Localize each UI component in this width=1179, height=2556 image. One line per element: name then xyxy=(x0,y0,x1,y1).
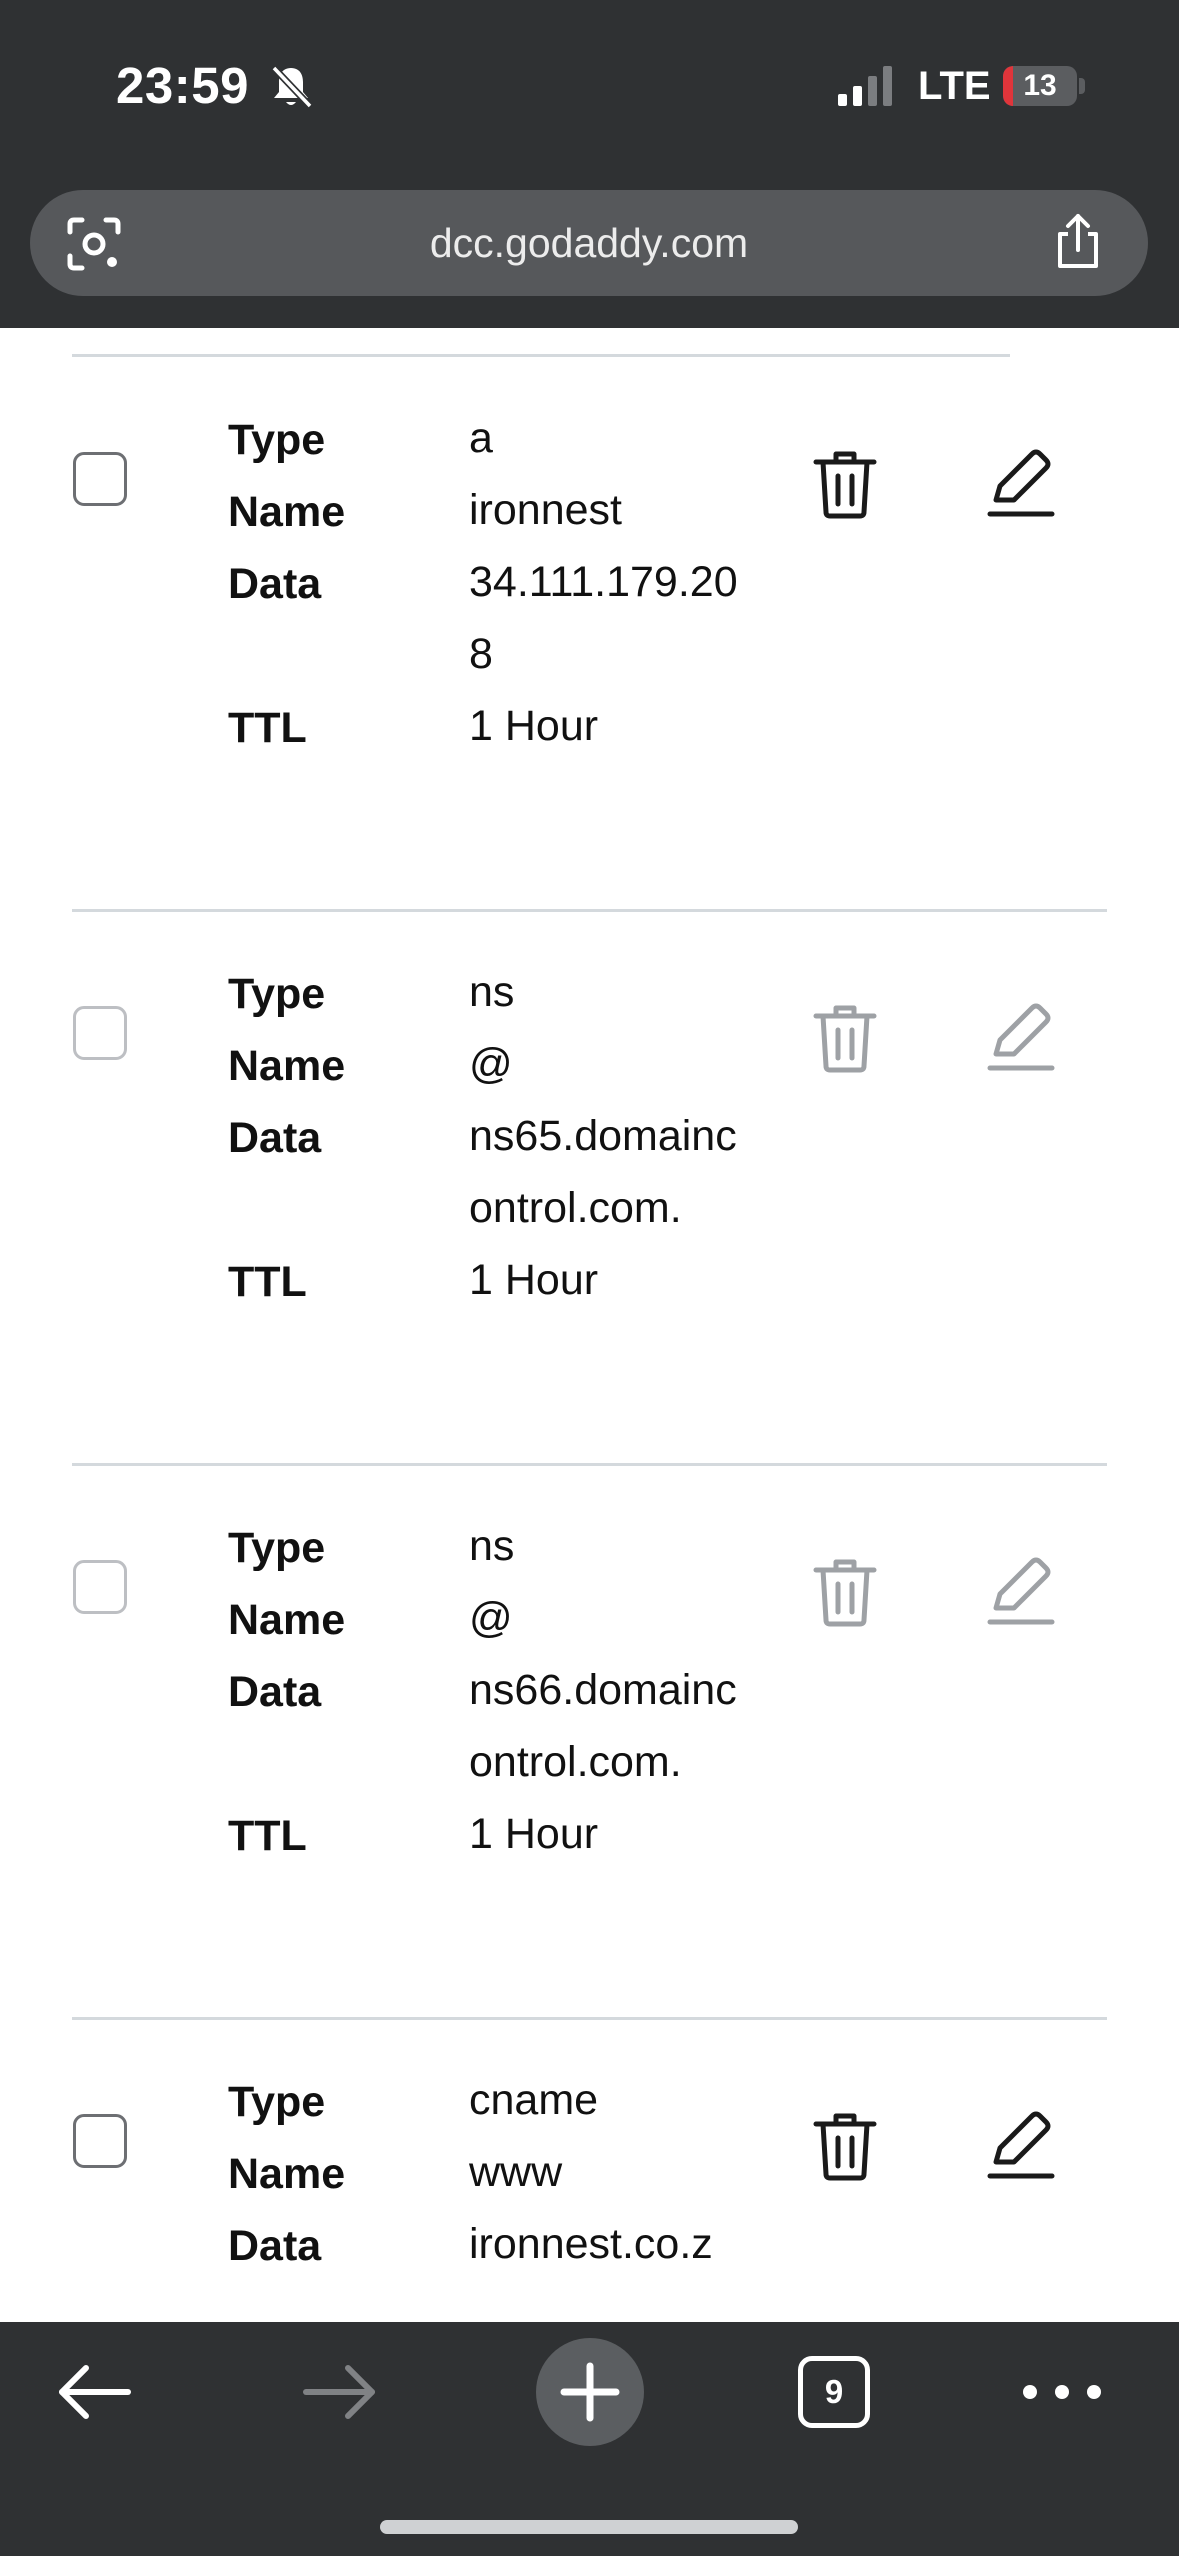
field-value-name: @ xyxy=(469,1040,513,1088)
record-select-checkbox[interactable] xyxy=(73,452,127,506)
plus-icon xyxy=(560,2362,620,2422)
divider xyxy=(72,354,1010,357)
field-value-ttl: 1 Hour xyxy=(469,1810,599,1858)
edit-pencil-icon[interactable] xyxy=(986,448,1056,520)
field-label-ttl: TTL xyxy=(228,1258,307,1306)
field-value-ttl: 1 Hour xyxy=(469,1256,599,1304)
trash-icon[interactable] xyxy=(812,1556,878,1628)
field-label-name: Name xyxy=(228,488,346,536)
field-label-data: Data xyxy=(228,1114,322,1162)
trash-icon[interactable] xyxy=(812,448,878,520)
field-value-name: ironnest xyxy=(469,486,622,534)
dns-record-row: Type Name Data TTL a ironnest 34.111.179.20 8 1 … xyxy=(0,358,1179,912)
dns-record-row: TypeNameDataTTLcnamewwwironnest.co.z xyxy=(0,2020,1179,2322)
record-select-checkbox[interactable] xyxy=(73,2114,127,2168)
dns-record-row: Type Name Data TTL ns @ ns65.domainc ontrol.com… xyxy=(0,912,1179,1466)
field-value-data-line2: ontrol.com. xyxy=(469,1184,682,1232)
arrow-left-icon[interactable] xyxy=(54,2360,134,2424)
browser-bottom-toolbar: 9 xyxy=(0,2322,1179,2556)
dns-record-row: Type Name Data TTL ns @ ns66.domainc ontrol.com… xyxy=(0,1466,1179,2020)
status-time: 23:59 xyxy=(116,57,249,114)
field-label-data: Data xyxy=(228,2222,322,2270)
new-tab-button[interactable] xyxy=(536,2338,644,2446)
share-icon[interactable] xyxy=(1048,212,1108,272)
network-type: LTE xyxy=(918,64,991,108)
field-value-name: www xyxy=(469,2148,563,2196)
trash-icon[interactable] xyxy=(812,2110,878,2182)
field-value-type: ns xyxy=(469,1522,515,1570)
field-label-name: Name xyxy=(228,1596,346,1644)
trash-icon[interactable] xyxy=(812,1002,878,1074)
field-value-data-line2: 8 xyxy=(469,630,493,678)
field-value-data-line1: 34.111.179.20 xyxy=(469,558,738,606)
battery-indicator: 13 xyxy=(1003,66,1077,106)
field-label-type: Type xyxy=(228,416,326,464)
signal-icon xyxy=(838,66,892,106)
field-value-data-line1: ironnest.co.z xyxy=(469,2220,713,2268)
record-select-checkbox[interactable] xyxy=(73,1006,127,1060)
edit-pencil-icon[interactable] xyxy=(986,1556,1056,1628)
field-label-data: Data xyxy=(228,1668,322,1716)
edit-pencil-icon[interactable] xyxy=(986,2110,1056,2182)
tab-switcher-button[interactable]: 9 xyxy=(798,2356,870,2428)
field-label-ttl: TTL xyxy=(228,704,307,752)
field-label-name: Name xyxy=(228,2150,346,2198)
arrow-right-icon[interactable] xyxy=(300,2360,380,2424)
field-label-data: Data xyxy=(228,560,322,608)
field-value-data-line1: ns66.domainc xyxy=(469,1666,737,1714)
bell-slash-icon xyxy=(271,65,313,109)
field-label-type: Type xyxy=(228,2078,326,2126)
dns-records-list: Type Name Data TTL a ironnest 34.111.179.20 8 1 … xyxy=(0,328,1179,2322)
field-value-name: @ xyxy=(469,1594,513,1642)
record-select-checkbox[interactable] xyxy=(73,1560,127,1614)
edit-pencil-icon[interactable] xyxy=(986,1002,1056,1074)
field-value-data-line1: ns65.domainc xyxy=(469,1112,737,1160)
field-value-ttl: 1 Hour xyxy=(469,702,599,750)
url-text: dcc.godaddy.com xyxy=(429,220,749,266)
field-value-data-line2: ontrol.com. xyxy=(469,1738,682,1786)
field-label-ttl: TTL xyxy=(228,1812,307,1860)
field-value-type: cname xyxy=(469,2076,599,2124)
field-value-type: ns xyxy=(469,968,515,1016)
field-value-type: a xyxy=(469,414,493,462)
more-horizontal-icon[interactable] xyxy=(1020,2368,1104,2416)
home-indicator xyxy=(380,2520,798,2534)
browser-top-bar: 23:59 LTE 13 dcc.godaddy.com xyxy=(0,0,1179,328)
field-label-name: Name xyxy=(228,1042,346,1090)
address-bar[interactable]: dcc.godaddy.com xyxy=(30,190,1148,296)
battery-tip xyxy=(1079,78,1085,94)
field-label-type: Type xyxy=(228,1524,326,1572)
field-label-type: Type xyxy=(228,970,326,1018)
battery-level: 13 xyxy=(1023,69,1057,102)
